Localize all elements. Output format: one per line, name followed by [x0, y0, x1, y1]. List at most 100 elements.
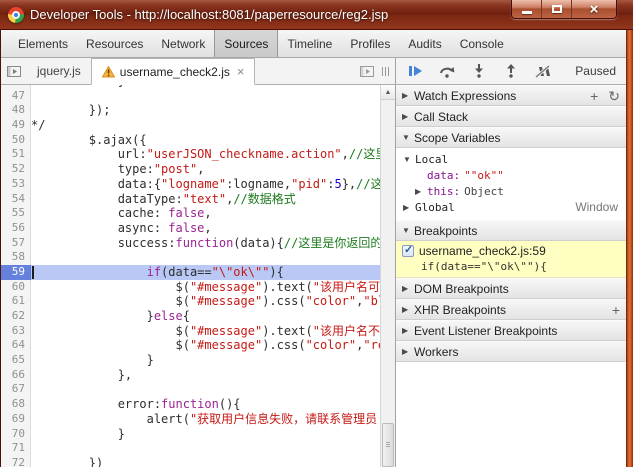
scroll-up-arrow-icon[interactable]: ▲ [381, 85, 395, 100]
code-line-57[interactable]: 57 success:function(data){//这里是你返回的 [1, 235, 380, 251]
section-watch-expressions[interactable]: ▶ Watch Expressions + ↻ [396, 85, 626, 106]
tab-sources[interactable]: Sources [214, 30, 279, 57]
splitter-grip[interactable] [380, 58, 395, 84]
tab-close-icon[interactable]: × [237, 65, 245, 78]
code-line-59[interactable]: 59 if(data=="\"ok\""){ [1, 264, 380, 280]
line-number[interactable]: 64 [1, 338, 31, 354]
code-editor[interactable]: 46 }4748 });49*/50 $.ajax({51 url:"userJ… [1, 85, 395, 467]
line-number[interactable]: 70 [1, 426, 31, 442]
tab-profiles[interactable]: Profiles [341, 30, 399, 57]
line-number[interactable]: 53 [1, 176, 31, 192]
code-line-51[interactable]: 51 url:"userJSON_checkname.action",//这里 [1, 147, 380, 163]
section-breakpoints[interactable]: ▼ Breakpoints [396, 220, 626, 241]
line-number[interactable]: 47 [1, 88, 31, 104]
breakpoint-entry[interactable]: username_check2.js:59 if(data=="\"ok\"")… [396, 241, 626, 278]
line-number[interactable]: 68 [1, 397, 31, 412]
section-dom-breakpoints[interactable]: ▶ DOM Breakpoints [396, 278, 626, 299]
line-number[interactable]: 72 [1, 455, 31, 467]
section-scope-variables[interactable]: ▼ Scope Variables [396, 127, 626, 148]
code-line-63[interactable]: 63 $("#message").text("该用户名不 [1, 323, 380, 339]
line-number[interactable]: 54 [1, 191, 31, 207]
code-line-65[interactable]: 65 } [1, 353, 380, 368]
section-xhr-breakpoints[interactable]: ▶ XHR Breakpoints + [396, 299, 626, 320]
line-number[interactable]: 69 [1, 411, 31, 427]
code-line-61[interactable]: 61 $("#message").css("color","bl [1, 294, 380, 309]
line-number[interactable]: 59 [1, 264, 31, 280]
step-into-button[interactable] [470, 62, 488, 80]
step-out-button[interactable] [502, 62, 520, 80]
sources-content: 46 }4748 });49*/50 $.ajax({51 url:"userJ… [1, 85, 626, 467]
scope-var-data[interactable]: data: ""ok"" [396, 167, 626, 183]
line-number[interactable]: 63 [1, 323, 31, 339]
code-line-56[interactable]: 56 async: false, [1, 220, 380, 236]
refresh-watch-icon[interactable]: ↻ [608, 89, 620, 103]
line-number[interactable]: 66 [1, 367, 31, 383]
add-watch-expression-icon[interactable]: + [590, 89, 598, 103]
show-drawer-button[interactable] [354, 58, 380, 84]
line-number[interactable]: 55 [1, 206, 31, 221]
code-line-70[interactable]: 70 } [1, 426, 380, 442]
tab-jquery-js[interactable]: jquery.js [27, 58, 91, 84]
section-workers[interactable]: ▶ Workers [396, 341, 626, 362]
resume-button[interactable] [406, 62, 424, 80]
code-line-58[interactable]: 58 [1, 250, 380, 265]
scope-var-this[interactable]: ▶ this: Object [396, 183, 626, 199]
tab-resources[interactable]: Resources [77, 30, 152, 57]
section-call-stack[interactable]: ▶ Call Stack [396, 106, 626, 127]
code-line-53[interactable]: 53 data:{"logname":logname,"pid":5},//这 [1, 176, 380, 192]
line-number[interactable]: 57 [1, 235, 31, 251]
code-line-52[interactable]: 52 type:"post", [1, 162, 380, 177]
line-number[interactable]: 58 [1, 250, 31, 265]
code-line-55[interactable]: 55 cache: false, [1, 206, 380, 221]
close-button[interactable]: × [572, 0, 616, 18]
line-number[interactable]: 71 [1, 441, 31, 456]
scope-local[interactable]: ▼ Local [396, 151, 626, 167]
code-line-64[interactable]: 64 $("#message").css("color","re [1, 338, 380, 354]
code-line-50[interactable]: 50 $.ajax({ [1, 132, 380, 148]
code-line-49[interactable]: 49 */ [1, 118, 380, 133]
line-number[interactable]: 51 [1, 147, 31, 163]
add-xhr-breakpoint-icon[interactable]: + [612, 303, 620, 317]
code-line-67[interactable]: 67 [1, 382, 380, 398]
code-line-72[interactable]: 72 }) [1, 455, 380, 467]
tab-timeline[interactable]: Timeline [278, 30, 341, 57]
tab-username-check2-js[interactable]: username_check2.js × [90, 58, 256, 85]
code-line-54[interactable]: 54 dataType:"text",//数据格式 [1, 191, 380, 207]
line-number[interactable]: 50 [1, 132, 31, 148]
line-number[interactable]: 62 [1, 309, 31, 324]
line-number[interactable]: 61 [1, 294, 31, 309]
scrollbar-thumb[interactable] [382, 423, 394, 467]
line-number[interactable]: 60 [1, 279, 31, 295]
code-line-48[interactable]: 48 }); [1, 103, 380, 119]
tab-audits[interactable]: Audits [399, 30, 450, 57]
line-number[interactable]: 65 [1, 353, 31, 368]
scope-global[interactable]: ▶ Global Window [396, 199, 626, 215]
line-number[interactable]: 56 [1, 220, 31, 236]
deactivate-breakpoints-button[interactable] [534, 62, 552, 80]
code-line-66[interactable]: 66 }, [1, 367, 380, 383]
tab-elements[interactable]: Elements [9, 30, 77, 57]
code-scroll-area[interactable]: 46 }4748 });49*/50 $.ajax({51 url:"userJ… [1, 85, 380, 467]
line-number[interactable]: 49 [1, 118, 31, 133]
scope-global-label: Global [415, 200, 455, 214]
minimize-button[interactable] [512, 0, 542, 18]
step-over-button[interactable] [438, 62, 456, 80]
show-navigator-button[interactable] [1, 58, 27, 84]
code-line-71[interactable]: 71 [1, 441, 380, 456]
code-line-47[interactable]: 47 [1, 88, 380, 104]
code-text: */ [31, 118, 46, 133]
code-line-69[interactable]: 69 alert("获取用户信息失败，请联系管理员 [1, 411, 380, 427]
code-line-62[interactable]: 62 }else{ [1, 309, 380, 324]
code-line-60[interactable]: 60 $("#message").text("该用户名可 [1, 279, 380, 295]
code-line-68[interactable]: 68 error:function(){ [1, 397, 380, 412]
editor-scrollbar[interactable]: ▲ [380, 85, 395, 467]
line-number[interactable]: 52 [1, 162, 31, 177]
breakpoint-checkbox[interactable] [402, 243, 414, 257]
section-event-listener-breakpoints[interactable]: ▶ Event Listener Breakpoints [396, 320, 626, 341]
maximize-button[interactable] [542, 0, 572, 18]
line-number[interactable]: 48 [1, 103, 31, 119]
tab-network[interactable]: Network [152, 30, 214, 57]
line-number[interactable]: 67 [1, 382, 31, 398]
file-tab-bar: jquery.js username_check2.js × [1, 58, 395, 85]
tab-console[interactable]: Console [451, 30, 513, 57]
